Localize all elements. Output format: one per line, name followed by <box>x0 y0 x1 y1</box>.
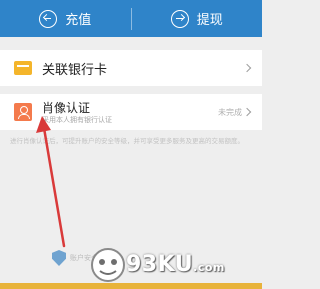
chevron-right-icon <box>242 107 252 117</box>
bank-card-icon <box>14 61 32 75</box>
info-note: 进行肖像认证后，可提升账户的安全等级，并可享受更多服务及更高的交易额度。 <box>10 137 244 145</box>
watermark-logo-icon <box>91 248 125 282</box>
watermark-text: 93KU.com <box>126 252 225 277</box>
top-bar: 充值 提现 <box>0 0 262 37</box>
arrow-right-circle-icon <box>170 9 189 28</box>
withdraw-button[interactable]: 提现 <box>132 0 263 37</box>
site-watermark: 93KU.com <box>88 246 224 288</box>
portrait-icon <box>14 103 32 121</box>
portrait-verification-row[interactable]: 肖像认证 采用本人拥有银行认证 未完成 <box>0 94 262 130</box>
arrow-left-circle-icon <box>39 9 58 28</box>
chevron-right-icon <box>242 63 252 73</box>
shield-icon <box>52 250 66 266</box>
link-bank-card-row[interactable]: 关联银行卡 <box>0 50 262 86</box>
recharge-label: 充值 <box>65 13 92 28</box>
portrait-subtitle: 采用本人拥有银行认证 <box>42 116 112 124</box>
footer-stripe <box>0 283 262 289</box>
link-bank-card-label: 关联银行卡 <box>42 62 108 78</box>
portrait-title: 肖像认证 <box>42 101 91 115</box>
portrait-status: 未完成 <box>218 108 242 117</box>
recharge-button[interactable]: 充值 <box>0 0 131 37</box>
withdraw-label: 提现 <box>196 13 223 28</box>
